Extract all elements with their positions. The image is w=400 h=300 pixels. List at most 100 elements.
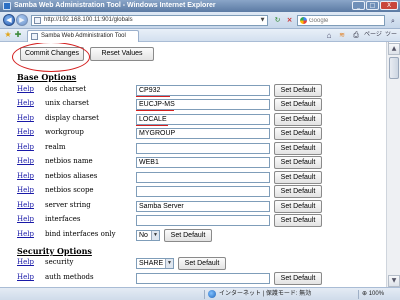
page-menu[interactable]: ページ xyxy=(364,30,384,41)
set-default-button[interactable]: Set Default xyxy=(274,98,322,111)
help-link[interactable]: Help xyxy=(17,201,34,209)
help-link[interactable]: Help xyxy=(17,128,34,136)
set-default-button[interactable]: Set Default xyxy=(274,272,322,285)
search-input[interactable] xyxy=(309,16,381,25)
scroll-up-icon[interactable]: ▲ xyxy=(388,43,400,55)
url-dropdown-icon[interactable]: ▼ xyxy=(259,17,266,24)
print-icon[interactable]: ⎙ xyxy=(349,30,363,41)
chevron-down-icon: ▼ xyxy=(151,231,159,240)
commit-changes-button[interactable]: Commit Changes xyxy=(20,47,84,61)
option-label: bind interfaces only xyxy=(45,230,116,238)
minimize-button[interactable]: _ xyxy=(352,1,365,10)
search-box[interactable] xyxy=(297,15,385,26)
set-default-button[interactable]: Set Default xyxy=(274,84,322,97)
option-row-realm: Help realm Set Default xyxy=(0,142,386,156)
feeds-icon[interactable]: ≋ xyxy=(336,30,348,41)
base-options-heading: Base Options xyxy=(17,72,77,82)
tab-title: Samba Web Administration Tool xyxy=(41,33,126,39)
status-separator xyxy=(358,290,359,299)
tab-samba[interactable]: Samba Web Administration Tool xyxy=(27,30,139,42)
help-link[interactable]: Help xyxy=(17,143,34,151)
url-field[interactable]: http://192.168.100.11:901/globals ▼ xyxy=(31,15,268,26)
scroll-thumb[interactable] xyxy=(389,57,399,79)
tab-page-icon xyxy=(31,33,38,40)
home-icon[interactable]: ⌂ xyxy=(323,30,335,41)
option-label: dos charset xyxy=(45,85,87,93)
option-label: realm xyxy=(45,143,66,151)
workgroup-input[interactable]: MYGROUP xyxy=(136,128,270,139)
address-bar: ◀ ▶ http://192.168.100.11:901/globals ▼ … xyxy=(0,12,400,29)
stop-icon[interactable]: × xyxy=(284,15,295,26)
zoom-level[interactable]: ⊕ 100% xyxy=(362,288,384,300)
refresh-icon[interactable]: ↻ xyxy=(272,15,283,26)
unix-charset-input[interactable]: EUCJP-MS xyxy=(136,99,270,110)
help-link[interactable]: Help xyxy=(17,258,34,266)
tab-bar: ★ ✚ Samba Web Administration Tool ⌂ ≋ ⎙ … xyxy=(0,29,400,49)
help-link[interactable]: Help xyxy=(17,85,34,93)
option-label: netbios name xyxy=(45,157,93,165)
server-string-input[interactable]: Samba Server xyxy=(136,201,270,212)
url-text: http://192.168.100.11:901/globals xyxy=(44,17,133,23)
set-default-button[interactable]: Set Default xyxy=(274,214,322,227)
option-label: auth methods xyxy=(45,273,94,281)
help-link[interactable]: Help xyxy=(17,99,34,107)
page-icon xyxy=(34,17,41,24)
google-icon xyxy=(300,17,307,24)
security-zone-text: インターネット | 保護モード: 無効 xyxy=(219,291,312,297)
dos-charset-input[interactable]: CP932 xyxy=(136,85,270,96)
maximize-button[interactable]: □ xyxy=(366,1,379,10)
help-link[interactable]: Help xyxy=(17,114,34,122)
set-default-button[interactable]: Set Default xyxy=(274,200,322,213)
scroll-down-icon[interactable]: ▼ xyxy=(388,275,400,287)
realm-input[interactable] xyxy=(136,143,270,154)
favorites-star-icon[interactable]: ★ xyxy=(3,30,13,40)
reset-values-button[interactable]: Reset Values xyxy=(90,47,154,61)
help-link[interactable]: Help xyxy=(17,157,34,165)
ie-app-icon xyxy=(3,2,11,10)
netbios-aliases-input[interactable] xyxy=(136,172,270,183)
option-row-netbios-name: Help netbios name WEB1 Set Default xyxy=(0,156,386,170)
tools-menu[interactable]: ツール xyxy=(385,30,399,49)
red-underline xyxy=(136,110,174,111)
search-icon[interactable]: ⌕ xyxy=(388,16,398,26)
set-default-button[interactable]: Set Default xyxy=(274,171,322,184)
forward-button[interactable]: ▶ xyxy=(16,14,28,26)
security-options-heading: Security Options xyxy=(17,246,92,256)
help-link[interactable]: Help xyxy=(17,230,34,238)
help-link[interactable]: Help xyxy=(17,172,34,180)
set-default-button[interactable]: Set Default xyxy=(274,127,322,140)
interfaces-input[interactable] xyxy=(136,215,270,226)
set-default-button[interactable]: Set Default xyxy=(178,257,226,270)
auth-methods-input[interactable] xyxy=(136,273,270,284)
set-default-button[interactable]: Set Default xyxy=(164,229,212,242)
option-row-bind-interfaces-only: Help bind interfaces only No ▼ Set Defau… xyxy=(0,229,386,243)
netbios-name-input[interactable]: WEB1 xyxy=(136,157,270,168)
display-charset-input[interactable]: LOCALE xyxy=(136,114,270,125)
option-label: netbios aliases xyxy=(45,172,98,180)
option-row-workgroup: Help workgroup MYGROUP Set Default xyxy=(0,127,386,141)
set-default-button[interactable]: Set Default xyxy=(274,113,322,126)
set-default-button[interactable]: Set Default xyxy=(274,185,322,198)
netbios-scope-input[interactable] xyxy=(136,186,270,197)
help-link[interactable]: Help xyxy=(17,273,34,281)
option-row-security: Help security SHARE ▼ Set Default xyxy=(0,257,386,271)
add-favorites-icon[interactable]: ✚ xyxy=(13,30,23,40)
status-bar: インターネット | 保護モード: 無効 ⊕ 100% xyxy=(0,287,400,300)
option-label: display charset xyxy=(45,114,99,122)
option-label: security xyxy=(45,258,74,266)
security-select[interactable]: SHARE ▼ xyxy=(136,258,174,269)
set-default-button[interactable]: Set Default xyxy=(274,156,322,169)
select-value: SHARE xyxy=(139,260,164,267)
bind-interfaces-select[interactable]: No ▼ xyxy=(136,230,160,241)
help-link[interactable]: Help xyxy=(17,215,34,223)
window-title: Samba Web Administration Tool - Windows … xyxy=(14,2,216,9)
vertical-scrollbar[interactable]: ▲ ▼ xyxy=(386,43,400,287)
help-link[interactable]: Help xyxy=(17,186,34,194)
set-default-button[interactable]: Set Default xyxy=(274,142,322,155)
back-button[interactable]: ◀ xyxy=(3,14,15,26)
option-row-netbios-aliases: Help netbios aliases Set Default xyxy=(0,171,386,185)
option-row-server-string: Help server string Samba Server Set Defa… xyxy=(0,200,386,214)
close-button[interactable]: X xyxy=(380,1,398,10)
page-content: Commit Changes Reset Values Base Options… xyxy=(0,43,386,287)
option-row-display-charset: Help display charset LOCALE Set Default xyxy=(0,113,386,127)
